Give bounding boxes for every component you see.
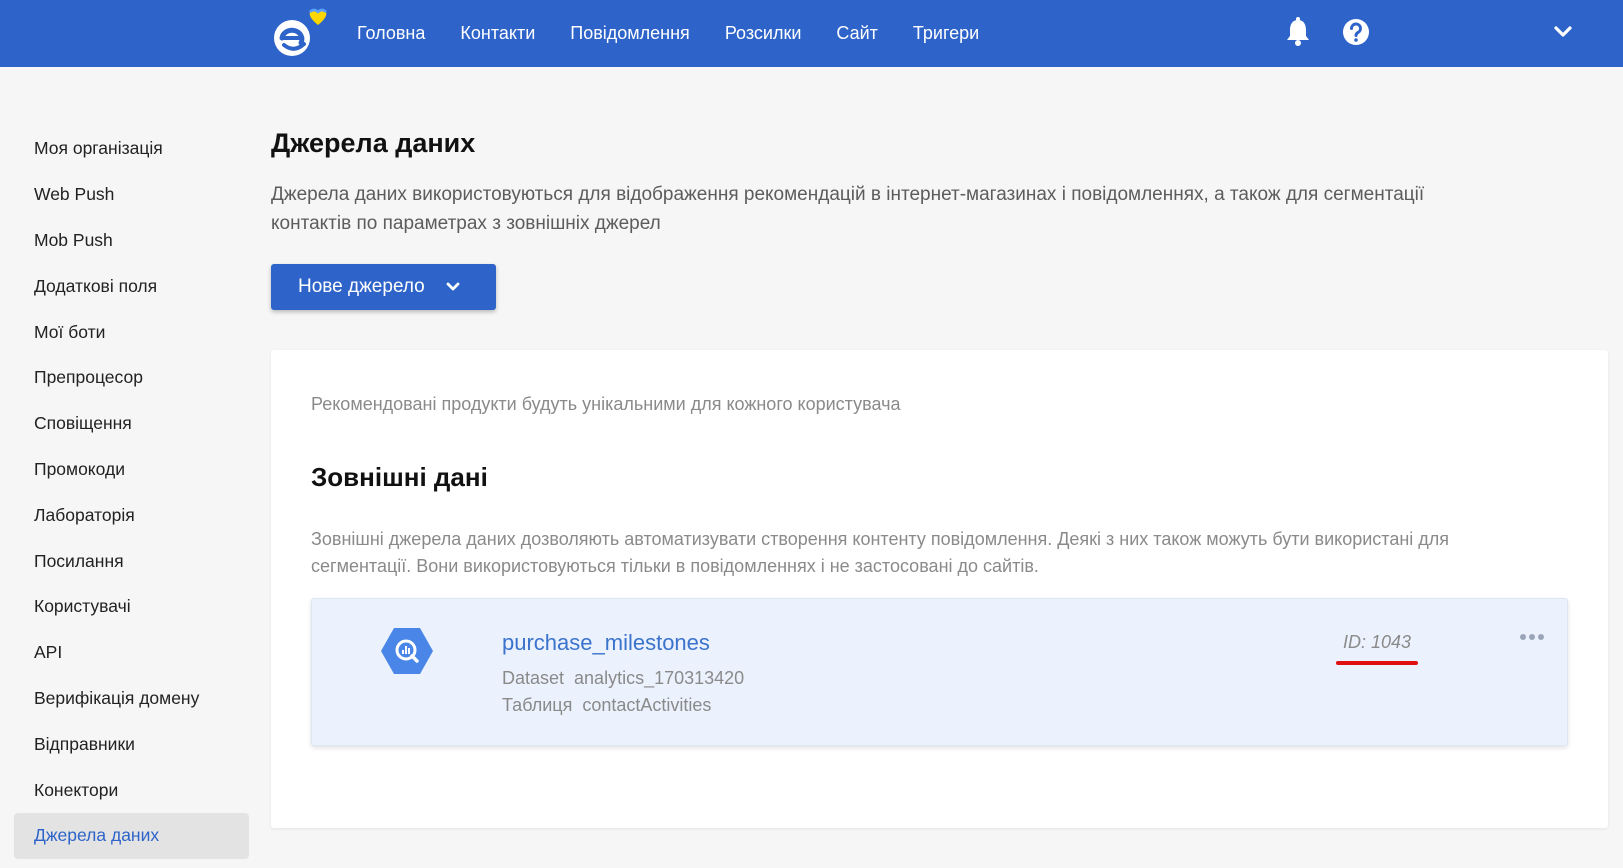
sidebar-item-users[interactable]: Користувачі: [14, 584, 249, 630]
sidebar-item-my-bots[interactable]: Мої боти: [14, 309, 249, 355]
sidebar-item-web-push[interactable]: Web Push: [14, 172, 249, 218]
more-horizontal-icon[interactable]: [1519, 632, 1545, 642]
page-description: Джерела даних використовуються для відоб…: [271, 180, 1571, 238]
nav-messages[interactable]: Повідомлення: [570, 23, 690, 44]
chevron-down-icon[interactable]: [1553, 22, 1573, 42]
external-data-title: Зовнішні дані: [311, 462, 488, 492]
id-highlight-underline: [1336, 661, 1418, 665]
page-description-line: Джерела даних використовуються для відоб…: [271, 184, 1425, 205]
new-source-button-label: Нове джерело: [298, 276, 425, 297]
nav-contacts[interactable]: Контакти: [460, 23, 535, 44]
data-sources-card: Рекомендовані продукти будуть унікальним…: [271, 350, 1608, 828]
external-description-line: Зовнішні джерела даних дозволяють автома…: [311, 529, 1450, 549]
sidebar-item-notifications[interactable]: Сповіщення: [14, 401, 249, 447]
data-source-table: Таблиця contactActivities: [502, 695, 712, 715]
page-title: Джерела даних: [271, 128, 476, 158]
bigquery-icon: [381, 628, 433, 674]
sidebar-item-promocodes[interactable]: Промокоди: [14, 447, 249, 493]
main-nav: Головна Контакти Повідомлення Розсилки С…: [357, 0, 1014, 67]
sidebar-item-domain-verification[interactable]: Верифікація домену: [14, 676, 249, 722]
sidebar-item-laboratory[interactable]: Лабораторія: [14, 492, 249, 538]
external-description-line: сегментації. Вони використовуються тільк…: [311, 556, 1039, 576]
top-navbar: Головна Контакти Повідомлення Розсилки С…: [0, 0, 1623, 67]
sidebar-item-senders[interactable]: Відправники: [14, 721, 249, 767]
nav-home[interactable]: Головна: [357, 23, 425, 44]
data-source-id: ID: 1043: [1343, 632, 1412, 652]
nav-site[interactable]: Сайт: [836, 23, 878, 44]
chevron-down-icon: [446, 282, 460, 291]
nav-triggers[interactable]: Тригери: [913, 23, 979, 44]
bell-icon[interactable]: [1285, 17, 1311, 47]
nav-campaigns[interactable]: Розсилки: [725, 23, 802, 44]
data-source-name-link[interactable]: purchase_milestones: [502, 630, 710, 656]
recommendation-note: Рекомендовані продукти будуть унікальним…: [311, 394, 901, 414]
esputnik-logo-icon[interactable]: [272, 8, 340, 58]
data-source-item[interactable]: purchase_milestones Dataset analytics_17…: [311, 598, 1568, 746]
help-icon[interactable]: [1342, 18, 1370, 46]
settings-sidebar: Моя організація Web Push Mob Push Додатк…: [14, 126, 249, 859]
sidebar-item-data-sources[interactable]: Джерела даних: [14, 812, 249, 859]
new-source-button[interactable]: Нове джерело: [271, 264, 496, 310]
sidebar-item-preprocessor[interactable]: Препроцесор: [14, 355, 249, 401]
data-source-dataset: Dataset analytics_170313420: [502, 668, 745, 688]
sidebar-item-my-organization[interactable]: Моя організація: [14, 126, 249, 172]
sidebar-item-mob-push[interactable]: Mob Push: [14, 218, 249, 264]
sidebar-item-links[interactable]: Посилання: [14, 538, 249, 584]
sidebar-item-api[interactable]: API: [14, 630, 249, 676]
page-description-line: контактів по параметрах з зовнішніх джер…: [271, 213, 661, 234]
sidebar-item-connectors[interactable]: Конектори: [14, 767, 249, 813]
external-data-description: Зовнішні джерела даних дозволяють автома…: [311, 526, 1571, 580]
sidebar-item-additional-fields[interactable]: Додаткові поля: [14, 263, 249, 309]
